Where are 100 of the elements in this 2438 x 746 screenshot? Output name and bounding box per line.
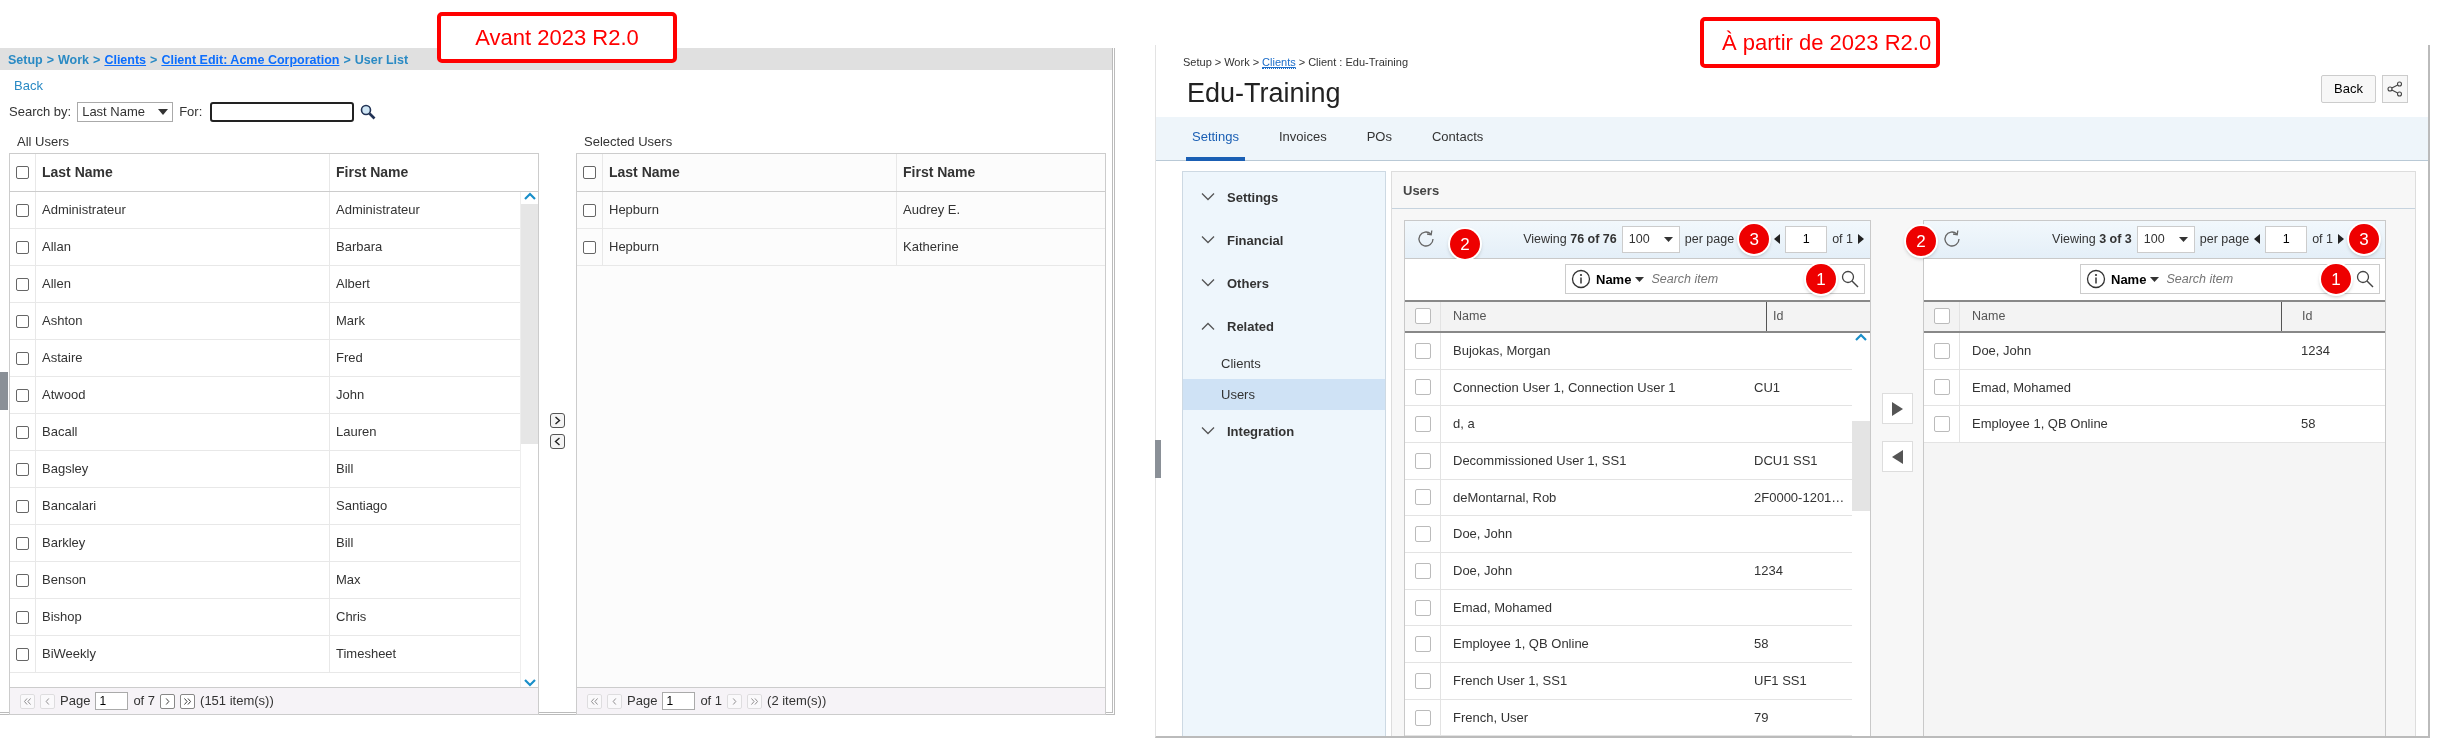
search-field[interactable] <box>210 101 355 122</box>
previous-page-icon[interactable] <box>2254 234 2261 245</box>
tab[interactable]: Settings <box>1186 116 1245 161</box>
caret-icon <box>1635 276 1645 282</box>
checkbox[interactable] <box>1933 308 1950 325</box>
sidebar-item[interactable]: Integration <box>1183 409 1385 453</box>
scrollbar[interactable] <box>520 192 538 687</box>
search-icon[interactable] <box>2356 270 2374 289</box>
checkbox[interactable] <box>583 240 596 254</box>
sidebar-subitem[interactable]: Clients <box>1183 347 1385 379</box>
checkbox[interactable] <box>1933 379 1950 396</box>
column-header[interactable]: Last Name <box>42 162 113 183</box>
previous-page-icon[interactable] <box>1774 234 1781 245</box>
checkbox[interactable] <box>1414 416 1431 433</box>
checkbox[interactable] <box>1414 636 1431 653</box>
move-left-button[interactable] <box>550 434 565 450</box>
scroll-thumb[interactable] <box>520 204 538 444</box>
page-field[interactable]: 1 <box>2265 225 2308 253</box>
back-link[interactable]: Back <box>14 76 43 96</box>
last-page-button[interactable] <box>180 693 196 709</box>
page-size-select[interactable]: 100 <box>1621 225 1680 253</box>
share-button[interactable] <box>2382 74 2408 103</box>
checkbox[interactable] <box>583 166 596 179</box>
breadcrumb-item: Client : Edu-Training <box>1308 56 1408 68</box>
checkbox[interactable] <box>1414 709 1431 726</box>
next-page-icon[interactable] <box>2338 234 2344 245</box>
checkbox[interactable] <box>1933 416 1950 433</box>
viewing-count: Viewing 76 of 76 <box>1523 231 1617 248</box>
checkbox[interactable] <box>16 277 29 291</box>
tab[interactable]: POs <box>1360 116 1398 161</box>
scroll-up-icon <box>523 192 536 200</box>
table-cell-text: 79 <box>1754 708 1769 727</box>
breadcrumb-separator: > <box>1298 56 1306 68</box>
page-field[interactable]: 1 <box>1785 225 1828 253</box>
search-icon[interactable] <box>1841 270 1859 289</box>
column-header[interactable]: First Name <box>897 162 976 183</box>
next-page-button[interactable] <box>160 693 176 709</box>
page-total: of 1 <box>2312 231 2333 248</box>
filter-dropdown[interactable]: Name <box>1596 269 1645 290</box>
checkbox[interactable] <box>16 425 29 439</box>
back-button[interactable]: Back <box>2321 74 2376 103</box>
column-header[interactable]: Last Name <box>609 162 680 183</box>
checkbox[interactable] <box>16 240 29 254</box>
move-right-button[interactable] <box>550 413 565 429</box>
checkbox[interactable] <box>16 388 29 402</box>
for-label: For: <box>179 102 203 121</box>
search-by-select[interactable]: Last Name <box>77 101 174 122</box>
checkbox[interactable] <box>16 166 29 179</box>
table-cell-text: French User 1, SS1 <box>1453 672 1568 691</box>
page-size-select[interactable]: 100 <box>2136 225 2195 253</box>
sidebar-item[interactable]: Others <box>1183 261 1385 305</box>
sidebar-subitem[interactable]: Users <box>1183 378 1385 410</box>
collapse-handle[interactable] <box>0 372 8 410</box>
checkbox[interactable] <box>1414 308 1431 325</box>
collapse-handle[interactable] <box>1155 440 1161 478</box>
page-field[interactable]: 1 <box>662 692 696 710</box>
checkbox[interactable] <box>1414 452 1431 469</box>
table-cell-text: Barbara <box>335 238 383 257</box>
page-field[interactable]: 1 <box>95 692 129 710</box>
checkbox[interactable] <box>1414 526 1431 543</box>
checkbox[interactable] <box>583 203 596 217</box>
table-cell-text: Employee 1, QB Online <box>1453 635 1589 654</box>
breadcrumb-link[interactable]: Clients <box>1262 56 1296 69</box>
sidebar-item[interactable]: Settings <box>1183 175 1385 219</box>
table-cell-text: 58 <box>1754 635 1769 654</box>
checkbox[interactable] <box>16 647 29 661</box>
search-icon[interactable] <box>360 103 377 120</box>
checkbox[interactable] <box>1414 489 1431 506</box>
column-header[interactable]: Id <box>2302 307 2313 326</box>
checkbox[interactable] <box>1414 562 1431 579</box>
checkbox[interactable] <box>16 462 29 476</box>
checkbox[interactable] <box>1414 599 1431 616</box>
page-total: of 7 <box>133 692 156 711</box>
sidebar-item[interactable]: Financial <box>1183 218 1385 262</box>
checkbox[interactable] <box>16 610 29 624</box>
next-page-icon[interactable] <box>1858 234 1864 245</box>
filter-dropdown[interactable]: Name <box>2111 269 2160 290</box>
checkbox[interactable] <box>1414 379 1431 396</box>
column-header[interactable]: First Name <box>330 162 409 183</box>
checkbox[interactable] <box>16 536 29 550</box>
checkbox[interactable] <box>1414 672 1431 689</box>
checkbox[interactable] <box>16 573 29 587</box>
column-header[interactable]: Name <box>1453 307 1487 326</box>
scroll-thumb[interactable] <box>1852 420 1870 511</box>
search-field[interactable]: Name Search item 1 <box>1565 264 1865 295</box>
checkbox[interactable] <box>1414 342 1431 359</box>
tab[interactable]: Contacts <box>1426 116 1490 161</box>
table-cell-text: Albert <box>335 275 370 294</box>
column-header[interactable]: Id <box>1773 307 1784 326</box>
table-cell-text: French, User <box>1453 708 1529 727</box>
table-cell-text: 2F0000-1201… <box>1754 488 1845 507</box>
sidebar-item[interactable]: Related <box>1183 304 1385 348</box>
checkbox[interactable] <box>16 314 29 328</box>
checkbox[interactable] <box>1933 342 1950 359</box>
checkbox[interactable] <box>16 203 29 217</box>
search-field[interactable]: Name Search item 1 <box>2080 264 2380 295</box>
checkbox[interactable] <box>16 499 29 513</box>
column-header[interactable]: Name <box>1972 307 2006 326</box>
tab[interactable]: Invoices <box>1273 116 1333 161</box>
checkbox[interactable] <box>16 351 29 365</box>
